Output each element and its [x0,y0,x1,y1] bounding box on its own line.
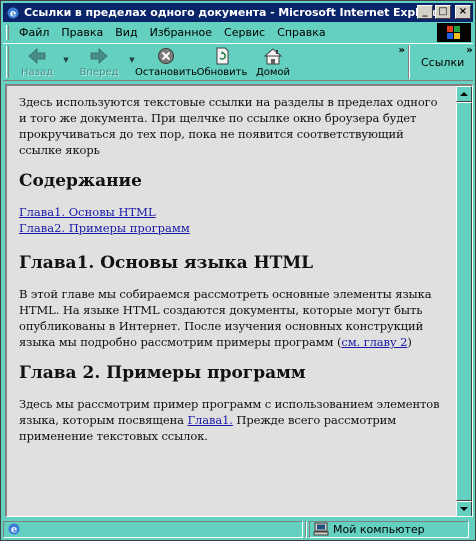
chapter1-ref-link[interactable]: Глава1. [187,413,232,427]
menu-favorites[interactable]: Избранное [144,26,218,39]
menu-bar: Файл Правка Вид Избранное Сервис Справка [3,23,473,42]
window-title: Ссылки в пределах одного документа - Mic… [24,6,445,19]
title-bar[interactable]: e Ссылки в пределах одного документа - M… [3,3,473,22]
chapter2-heading: Глава 2. Примеры программ [19,363,306,383]
toolbar-chevron[interactable]: » [399,44,405,56]
status-main-pane: e [3,520,303,538]
document-body: Здесь используются текстовые ссылки на р… [7,86,455,516]
back-arrow-icon [28,48,46,64]
scroll-up-icon [460,92,468,96]
back-button[interactable]: Назад [13,44,61,80]
maximize-button[interactable]: □ [435,5,451,19]
scroll-down-icon [460,507,468,511]
menu-edit[interactable]: Правка [55,26,109,39]
svg-text:e: e [10,8,16,19]
page-done-icon: e [8,523,20,536]
vertical-scrollbar[interactable] [456,86,472,516]
refresh-label: Обновить [196,67,248,78]
scroll-up-button[interactable] [456,86,472,102]
windows-logo-icon [447,26,460,39]
close-button[interactable]: × [455,5,471,19]
close-icon: × [458,6,468,17]
status-bar: e Мой компьютер [3,519,473,539]
menu-view[interactable]: Вид [109,26,143,39]
status-zone-pane: Мой компьютер [309,520,469,538]
menu-help[interactable]: Справка [271,26,331,39]
minimize-button[interactable]: _ [417,5,433,19]
back-label: Назад [20,67,53,78]
chapter1-tail: ) [407,335,412,349]
toc-link-chapter1[interactable]: Глава1. Основы HTML [19,204,443,220]
forward-dropdown[interactable]: ▼ [127,44,137,64]
windows-logo-throbber [437,23,471,42]
forward-button[interactable]: Вперед [71,44,127,80]
chapter1-paragraph: В этой главе мы собираемся рассмотреть о… [19,286,443,350]
forward-label: Вперед [79,67,119,78]
my-computer-icon [313,522,329,536]
internet-explorer-icon: e [7,7,19,19]
menu-grip[interactable] [6,25,9,40]
scroll-down-button[interactable] [456,501,472,516]
chapter1-heading: Глава1. Основы языка HTML [19,253,314,273]
chapter2-paragraph: Здесь мы рассмотрим пример программ с ис… [19,396,443,444]
toolbar-separator [408,45,410,79]
menu-tools[interactable]: Сервис [218,26,271,39]
links-bar[interactable]: Ссылки » [419,44,473,69]
home-icon [263,48,283,65]
status-pane-1 [305,520,307,538]
links-label: Ссылки [421,56,465,69]
stop-icon [158,48,174,64]
intro-paragraph: Здесь используются текстовые ссылки на р… [19,95,438,157]
scroll-thumb[interactable] [456,102,472,501]
standard-toolbar: Назад ▼ Вперед ▼ Остановить Обновить Дом… [3,43,473,81]
links-chevron[interactable]: » [466,44,472,56]
toolbar-grip[interactable] [6,46,9,78]
content-frame: Здесь используются текстовые ссылки на р… [5,84,473,517]
table-of-contents: Глава1. Основы HTML Глава2. Примеры прог… [19,204,443,236]
home-button[interactable]: Домой [249,44,297,80]
maximize-icon: □ [438,6,448,17]
stop-label: Остановить [134,67,198,78]
stop-button[interactable]: Остановить [134,44,198,80]
zone-label: Мой компьютер [333,522,425,536]
svg-text:e: e [11,525,17,536]
browser-window: e Ссылки в пределах одного документа - M… [0,0,476,541]
minimize-icon: _ [422,6,428,17]
chapter2-ref-link[interactable]: см. главу 2 [341,335,407,349]
toc-heading: Содержание [19,171,142,191]
menu-file[interactable]: Файл [13,26,55,39]
refresh-icon [216,47,229,65]
back-dropdown[interactable]: ▼ [61,44,71,64]
toc-link-chapter2[interactable]: Глава2. Примеры программ [19,220,443,236]
forward-arrow-icon [90,48,108,64]
refresh-button[interactable]: Обновить [195,44,249,80]
home-label: Домой [255,67,291,78]
